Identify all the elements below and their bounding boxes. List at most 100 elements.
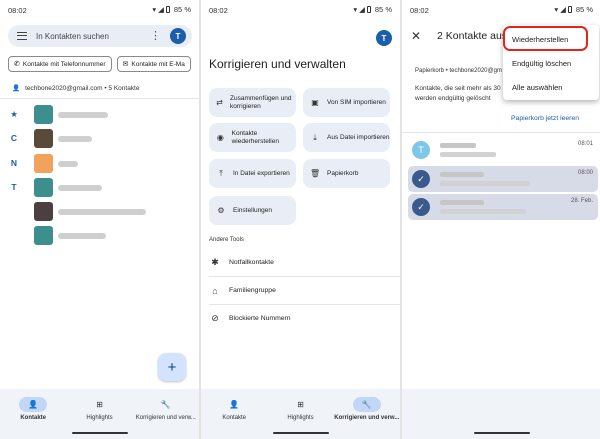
highlights-icon: ⊞ bbox=[96, 400, 103, 409]
blurred-detail bbox=[440, 209, 526, 214]
wrench-icon: 🔧 bbox=[160, 400, 171, 409]
wifi-icon: ▾ bbox=[554, 5, 559, 14]
section-heading: Andere Tools bbox=[209, 237, 244, 243]
deleted-contact-row[interactable]: ✓ 08:00 bbox=[408, 166, 598, 192]
battery-percent: 85 % bbox=[173, 5, 191, 14]
restore-icon: ◉ bbox=[216, 132, 224, 142]
blocked-numbers-item[interactable]: ⊘ Blockierte Nummern bbox=[201, 305, 400, 332]
search-input[interactable]: In Kontakten suchen bbox=[36, 32, 150, 41]
emergency-contacts-item[interactable]: ✱ Notfallkontakte bbox=[201, 249, 400, 276]
menu-select-all[interactable]: Alle auswählen bbox=[503, 76, 599, 98]
deleted-contact-row[interactable]: T 08:01 bbox=[408, 137, 598, 163]
blurred-name bbox=[440, 200, 484, 205]
contact-photo bbox=[34, 226, 53, 246]
deleted-time: 08:01 bbox=[577, 141, 593, 147]
divider bbox=[402, 132, 600, 133]
account-line: 👤 techbone2020@gmail.com • 5 Kontakte bbox=[12, 84, 140, 93]
blurred-name bbox=[58, 209, 146, 216]
chip-phone-contacts[interactable]: ✆ Kontakte mit Telefonnummer bbox=[8, 56, 112, 72]
gesture-bar bbox=[474, 432, 530, 434]
deleted-time: 08:00 bbox=[577, 170, 593, 176]
contact-row[interactable]: N bbox=[0, 152, 199, 176]
deleted-date: 28. Feb. bbox=[570, 198, 593, 204]
contact-row[interactable] bbox=[0, 224, 199, 248]
menu-delete-forever[interactable]: Endgültig löschen bbox=[503, 52, 599, 74]
account-avatar[interactable]: T bbox=[170, 28, 186, 44]
emergency-icon: ✱ bbox=[211, 257, 219, 267]
settings-icon: ⚙ bbox=[217, 205, 225, 215]
export-file-tile[interactable]: ⤒ In Datei exportieren bbox=[209, 159, 296, 188]
close-icon[interactable]: ✕ bbox=[411, 29, 421, 43]
page-title: Korrigieren und verwalten bbox=[209, 57, 346, 71]
settings-tile[interactable]: ⚙ Einstellungen bbox=[209, 196, 296, 225]
blurred-name bbox=[440, 143, 476, 148]
person-icon: 👤 bbox=[19, 397, 48, 412]
trash-account-line: Papierkorb • techbone2020@gm bbox=[415, 68, 502, 74]
section-letter: C bbox=[10, 133, 18, 144]
trash-tile[interactable]: 🗑 Papierkorb bbox=[303, 159, 390, 188]
section-letter: T bbox=[11, 181, 17, 192]
selection-title: 2 Kontakte aus bbox=[437, 30, 508, 42]
person-icon: 👤 bbox=[12, 85, 21, 92]
search-bar[interactable]: In Kontakten suchen ⋮ T bbox=[8, 25, 192, 47]
battery-icon bbox=[165, 6, 170, 13]
signal-icon: ◢ bbox=[560, 5, 566, 14]
status-bar: 08:02 ▾ ◢ 85 % bbox=[0, 0, 199, 20]
phone-icon: ✆ bbox=[14, 61, 20, 68]
signal-icon: ◢ bbox=[158, 5, 164, 14]
chip-email-contacts[interactable]: ✉ Kontakte mit E-Ma bbox=[116, 56, 191, 72]
divider bbox=[0, 98, 199, 99]
contact-photo bbox=[34, 153, 53, 173]
battery-icon bbox=[366, 6, 371, 13]
bottom-nav bbox=[402, 389, 600, 439]
contact-row[interactable]: ★ bbox=[0, 103, 199, 127]
block-icon: ⊘ bbox=[211, 313, 219, 323]
fix-manage-screen: 08:02 ▾ ◢ 85 % T Korrigieren und verwalt… bbox=[201, 0, 400, 439]
highlight-annotation bbox=[503, 26, 588, 51]
account-avatar[interactable]: T bbox=[376, 30, 392, 46]
battery-percent: 85 % bbox=[575, 5, 593, 14]
family-group-item[interactable]: ⌂ Familiengruppe bbox=[201, 277, 400, 304]
contact-avatar: T bbox=[412, 141, 430, 159]
blurred-name bbox=[58, 233, 106, 240]
person-icon: 👤 bbox=[229, 400, 240, 409]
more-options-icon[interactable]: ⋮ bbox=[150, 30, 161, 42]
trash-icon: 🗑 bbox=[310, 168, 321, 178]
hamburger-menu-icon[interactable] bbox=[17, 32, 27, 40]
contact-row[interactable]: C bbox=[0, 127, 199, 151]
nav-contacts[interactable]: 👤 Kontakte bbox=[0, 389, 66, 439]
nav-fix-manage[interactable]: 🔧 Korrigieren und verw... bbox=[334, 389, 400, 439]
highlights-icon: ⊞ bbox=[297, 400, 304, 409]
contact-row[interactable] bbox=[0, 200, 199, 224]
contact-photo bbox=[34, 177, 53, 197]
blurred-detail bbox=[440, 181, 530, 186]
wifi-icon: ▾ bbox=[353, 5, 358, 14]
blurred-detail bbox=[440, 152, 496, 157]
status-time: 08:02 bbox=[410, 6, 429, 15]
empty-trash-link[interactable]: Papierkorb jetzt leeren bbox=[511, 115, 579, 122]
contact-photo bbox=[34, 202, 53, 222]
mail-icon: ✉ bbox=[122, 61, 129, 68]
import-file-tile[interactable]: ⤓ Aus Datei importieren bbox=[303, 123, 390, 152]
bottom-nav: 👤 Kontakte ⊞ Highlights 🔧 Korrigieren un… bbox=[201, 389, 400, 439]
deleted-contact-row[interactable]: ✓ 28. Feb. bbox=[408, 194, 598, 220]
blurred-name bbox=[440, 172, 484, 177]
contacts-screen: 08:02 ▾ ◢ 85 % In Kontakten suchen ⋮ T ✆… bbox=[0, 0, 199, 439]
status-bar: 08:02 ▾ ◢ 85 % bbox=[201, 0, 400, 20]
merge-icon: ⇄ bbox=[216, 97, 223, 107]
import-sim-tile[interactable]: ▣ Von SIM importieren bbox=[303, 88, 390, 117]
contact-row[interactable]: T bbox=[0, 176, 199, 200]
nav-contacts[interactable]: 👤 Kontakte bbox=[201, 389, 267, 439]
sim-icon: ▣ bbox=[311, 97, 319, 107]
blurred-name bbox=[58, 160, 78, 167]
download-icon: ⤓ bbox=[313, 132, 317, 142]
add-contact-button[interactable]: + bbox=[158, 353, 186, 381]
wifi-icon: ▾ bbox=[152, 5, 157, 14]
merge-fix-tile[interactable]: ⇄ Zusammenfügen und korrigieren bbox=[209, 88, 296, 117]
blurred-name bbox=[58, 136, 92, 143]
blurred-name bbox=[58, 184, 102, 191]
contact-photo bbox=[34, 105, 53, 124]
nav-fix-manage[interactable]: 🔧 Korrigieren und verw... bbox=[133, 389, 199, 439]
gesture-bar bbox=[273, 432, 329, 434]
restore-contacts-tile[interactable]: ◉ Kontakte wiederherstellen bbox=[209, 123, 296, 152]
